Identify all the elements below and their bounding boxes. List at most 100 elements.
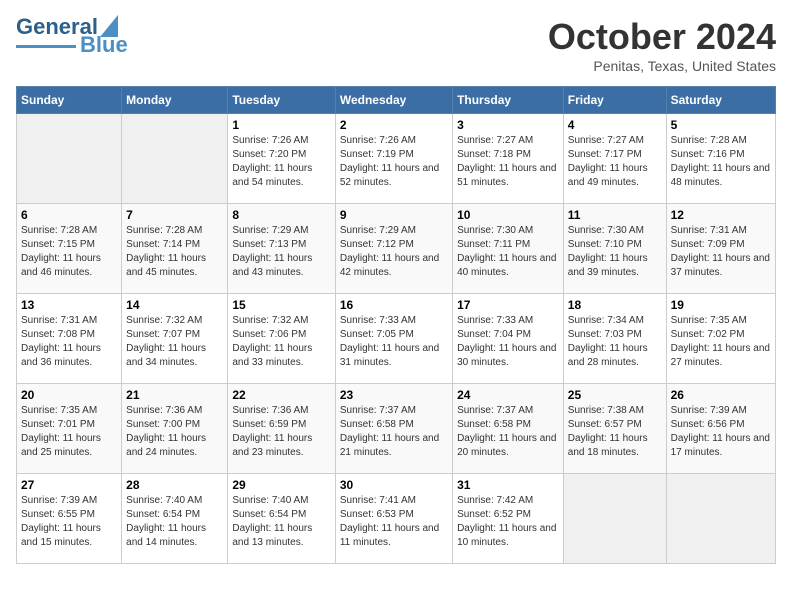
day-number: 9 [340,208,448,222]
calendar-cell: 6 Sunrise: 7:28 AMSunset: 7:15 PMDaylight… [17,204,122,294]
day-number: 24 [457,388,559,402]
day-detail: Sunrise: 7:36 AMSunset: 6:59 PMDaylight:… [232,404,330,460]
calendar-cell: 5Sunrise: 7:28 AMSunset: 7:16 PMDaylight… [666,114,775,204]
day-number: 3 [457,118,559,132]
day-detail: Sunrise: 7:40 AMSunset: 6:54 PMDaylight:… [232,494,330,550]
day-detail: Sunrise: 7:42 AMSunset: 6:52 PMDaylight:… [457,494,559,550]
calendar-header-row: SundayMondayTuesdayWednesdayThursdayFrid… [17,87,776,114]
calendar-cell [666,474,775,564]
day-detail: Sunrise: 7:34 AMSunset: 7:03 PMDaylight:… [568,314,662,370]
day-detail: Sunrise: 7:28 AMSunset: 7:15 PMDaylight:… [21,224,117,280]
header-day-sunday: Sunday [17,87,122,114]
calendar-week-row: 1 Sunrise: 7:26 AMSunset: 7:20 PMDaylight… [17,114,776,204]
calendar-week-row: 13Sunrise: 7:31 AMSunset: 7:08 PMDayligh… [17,294,776,384]
day-number: 15 [232,298,330,312]
header-day-wednesday: Wednesday [335,87,452,114]
calendar-cell: 11 Sunrise: 7:30 AMSunset: 7:10 PMDayligh… [563,204,666,294]
header-day-friday: Friday [563,87,666,114]
day-detail: Sunrise: 7:32 AMSunset: 7:06 PMDaylight:… [232,314,330,370]
day-detail: Sunrise: 7:28 AMSunset: 7:14 PMDaylight:… [126,224,223,280]
day-number: 1 [232,118,330,132]
header-day-monday: Monday [122,87,228,114]
day-detail: Sunrise: 7:39 AMSunset: 6:55 PMDaylight:… [21,494,117,550]
calendar-cell: 31 Sunrise: 7:42 AMSunset: 6:52 PMDayligh… [453,474,564,564]
calendar-subtitle: Penitas, Texas, United States [548,58,776,74]
day-number: 31 [457,478,559,492]
day-detail: Sunrise: 7:35 AMSunset: 7:02 PMDaylight:… [671,314,771,370]
calendar-cell: 23Sunrise: 7:37 AMSunset: 6:58 PMDayligh… [335,384,452,474]
day-detail: Sunrise: 7:27 AMSunset: 7:17 PMDaylight:… [568,134,662,190]
calendar-cell: 21 Sunrise: 7:36 AMSunset: 7:00 PMDayligh… [122,384,228,474]
calendar-title: October 2024 [548,16,776,58]
calendar-cell: 17 Sunrise: 7:33 AMSunset: 7:04 PMDayligh… [453,294,564,384]
calendar-cell: 25 Sunrise: 7:38 AMSunset: 6:57 PMDayligh… [563,384,666,474]
calendar-cell [563,474,666,564]
day-number: 17 [457,298,559,312]
day-number: 4 [568,118,662,132]
calendar-cell: 19 Sunrise: 7:35 AMSunset: 7:02 PMDayligh… [666,294,775,384]
day-detail: Sunrise: 7:30 AMSunset: 7:11 PMDaylight:… [457,224,559,280]
calendar-cell: 30 Sunrise: 7:41 AMSunset: 6:53 PMDayligh… [335,474,452,564]
day-detail: Sunrise: 7:40 AMSunset: 6:54 PMDaylight:… [126,494,223,550]
calendar-cell: 9 Sunrise: 7:29 AMSunset: 7:12 PMDaylight… [335,204,452,294]
day-detail: Sunrise: 7:26 AMSunset: 7:19 PMDaylight:… [340,134,448,190]
day-number: 21 [126,388,223,402]
calendar-cell: 7Sunrise: 7:28 AMSunset: 7:14 PMDaylight… [122,204,228,294]
calendar-cell: 3 Sunrise: 7:27 AMSunset: 7:18 PMDaylight… [453,114,564,204]
day-number: 10 [457,208,559,222]
day-number: 25 [568,388,662,402]
title-block: October 2024 Penitas, Texas, United Stat… [548,16,776,74]
day-detail: Sunrise: 7:33 AMSunset: 7:05 PMDaylight:… [340,314,448,370]
day-detail: Sunrise: 7:37 AMSunset: 6:58 PMDaylight:… [457,404,559,460]
day-number: 12 [671,208,771,222]
calendar-table: SundayMondayTuesdayWednesdayThursdayFrid… [16,86,776,564]
calendar-cell: 22 Sunrise: 7:36 AMSunset: 6:59 PMDayligh… [228,384,335,474]
calendar-cell: 29 Sunrise: 7:40 AMSunset: 6:54 PMDayligh… [228,474,335,564]
day-number: 30 [340,478,448,492]
day-number: 20 [21,388,117,402]
calendar-cell: 27 Sunrise: 7:39 AMSunset: 6:55 PMDayligh… [17,474,122,564]
day-number: 29 [232,478,330,492]
day-number: 16 [340,298,448,312]
day-number: 6 [21,208,117,222]
calendar-cell: 4 Sunrise: 7:27 AMSunset: 7:17 PMDaylight… [563,114,666,204]
header-day-saturday: Saturday [666,87,775,114]
day-number: 27 [21,478,117,492]
day-detail: Sunrise: 7:35 AMSunset: 7:01 PMDaylight:… [21,404,117,460]
day-detail: Sunrise: 7:26 AMSunset: 7:20 PMDaylight:… [232,134,330,190]
day-number: 2 [340,118,448,132]
calendar-cell: 10 Sunrise: 7:30 AMSunset: 7:11 PMDayligh… [453,204,564,294]
calendar-week-row: 6 Sunrise: 7:28 AMSunset: 7:15 PMDaylight… [17,204,776,294]
calendar-week-row: 27 Sunrise: 7:39 AMSunset: 6:55 PMDayligh… [17,474,776,564]
day-number: 22 [232,388,330,402]
day-number: 19 [671,298,771,312]
day-number: 26 [671,388,771,402]
calendar-cell: 14Sunrise: 7:32 AMSunset: 7:07 PMDayligh… [122,294,228,384]
calendar-cell: 24 Sunrise: 7:37 AMSunset: 6:58 PMDayligh… [453,384,564,474]
calendar-cell: 20 Sunrise: 7:35 AMSunset: 7:01 PMDayligh… [17,384,122,474]
day-detail: Sunrise: 7:38 AMSunset: 6:57 PMDaylight:… [568,404,662,460]
calendar-cell: 16 Sunrise: 7:33 AMSunset: 7:05 PMDayligh… [335,294,452,384]
day-detail: Sunrise: 7:29 AMSunset: 7:12 PMDaylight:… [340,224,448,280]
page-header: General Blue October 2024 Penitas, Texas… [16,16,776,74]
day-detail: Sunrise: 7:33 AMSunset: 7:04 PMDaylight:… [457,314,559,370]
calendar-cell: 12 Sunrise: 7:31 AMSunset: 7:09 PMDayligh… [666,204,775,294]
day-detail: Sunrise: 7:37 AMSunset: 6:58 PMDaylight:… [340,404,448,460]
day-detail: Sunrise: 7:30 AMSunset: 7:10 PMDaylight:… [568,224,662,280]
calendar-cell: 18Sunrise: 7:34 AMSunset: 7:03 PMDayligh… [563,294,666,384]
day-detail: Sunrise: 7:29 AMSunset: 7:13 PMDaylight:… [232,224,330,280]
day-number: 5 [671,118,771,132]
calendar-cell: 28 Sunrise: 7:40 AMSunset: 6:54 PMDayligh… [122,474,228,564]
day-detail: Sunrise: 7:31 AMSunset: 7:09 PMDaylight:… [671,224,771,280]
day-detail: Sunrise: 7:36 AMSunset: 7:00 PMDaylight:… [126,404,223,460]
calendar-cell [17,114,122,204]
calendar-cell: 1 Sunrise: 7:26 AMSunset: 7:20 PMDaylight… [228,114,335,204]
calendar-cell [122,114,228,204]
day-number: 11 [568,208,662,222]
day-detail: Sunrise: 7:27 AMSunset: 7:18 PMDaylight:… [457,134,559,190]
day-detail: Sunrise: 7:41 AMSunset: 6:53 PMDaylight:… [340,494,448,550]
calendar-cell: 26Sunrise: 7:39 AMSunset: 6:56 PMDayligh… [666,384,775,474]
calendar-cell: 15 Sunrise: 7:32 AMSunset: 7:06 PMDayligh… [228,294,335,384]
day-number: 28 [126,478,223,492]
day-number: 14 [126,298,223,312]
